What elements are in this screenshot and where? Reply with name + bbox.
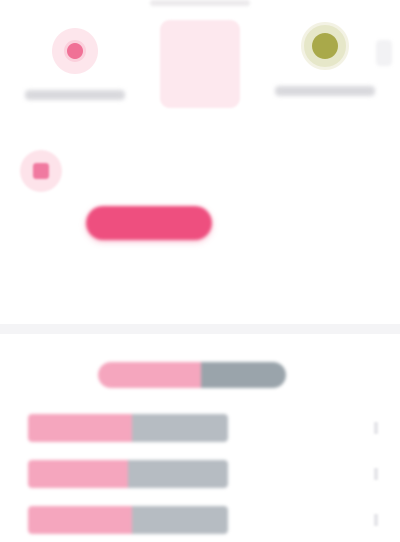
legend-away-segment	[201, 362, 286, 388]
stat-home-segment	[28, 460, 128, 488]
away-team-name	[275, 86, 375, 96]
stat-row	[28, 414, 378, 442]
stat-row	[28, 460, 378, 488]
tab-bar	[0, 140, 400, 190]
stats-legend-bar	[98, 362, 286, 388]
match-header	[0, 0, 400, 132]
pill-2-active[interactable]	[86, 206, 212, 240]
stat-row	[28, 506, 378, 534]
stat-bar	[28, 506, 228, 534]
score-box	[160, 20, 240, 108]
stat-home-segment	[28, 414, 132, 442]
legend-home-segment	[98, 362, 202, 388]
home-team-name	[25, 90, 125, 100]
stat-row-end-marker	[374, 468, 378, 480]
stat-row-end-marker	[374, 514, 378, 526]
pill-3[interactable]	[226, 206, 296, 240]
stat-bar	[28, 460, 228, 488]
stat-row-end-marker	[374, 422, 378, 434]
pill-1[interactable]	[20, 206, 70, 240]
club-crest-icon	[301, 22, 349, 70]
stat-away-segment	[128, 460, 228, 488]
filter-pills	[0, 200, 400, 244]
club-crest-icon	[52, 28, 98, 74]
sub-options	[0, 256, 400, 296]
away-team[interactable]	[270, 22, 380, 96]
header-handle	[150, 0, 250, 6]
stat-bar	[28, 414, 228, 442]
home-team[interactable]	[20, 28, 130, 100]
stat-away-segment	[132, 506, 228, 534]
stats-section	[0, 334, 400, 542]
chevron-right-icon[interactable]	[376, 40, 392, 66]
stat-home-segment	[28, 506, 132, 534]
section-divider	[0, 324, 400, 334]
stat-away-segment	[132, 414, 228, 442]
